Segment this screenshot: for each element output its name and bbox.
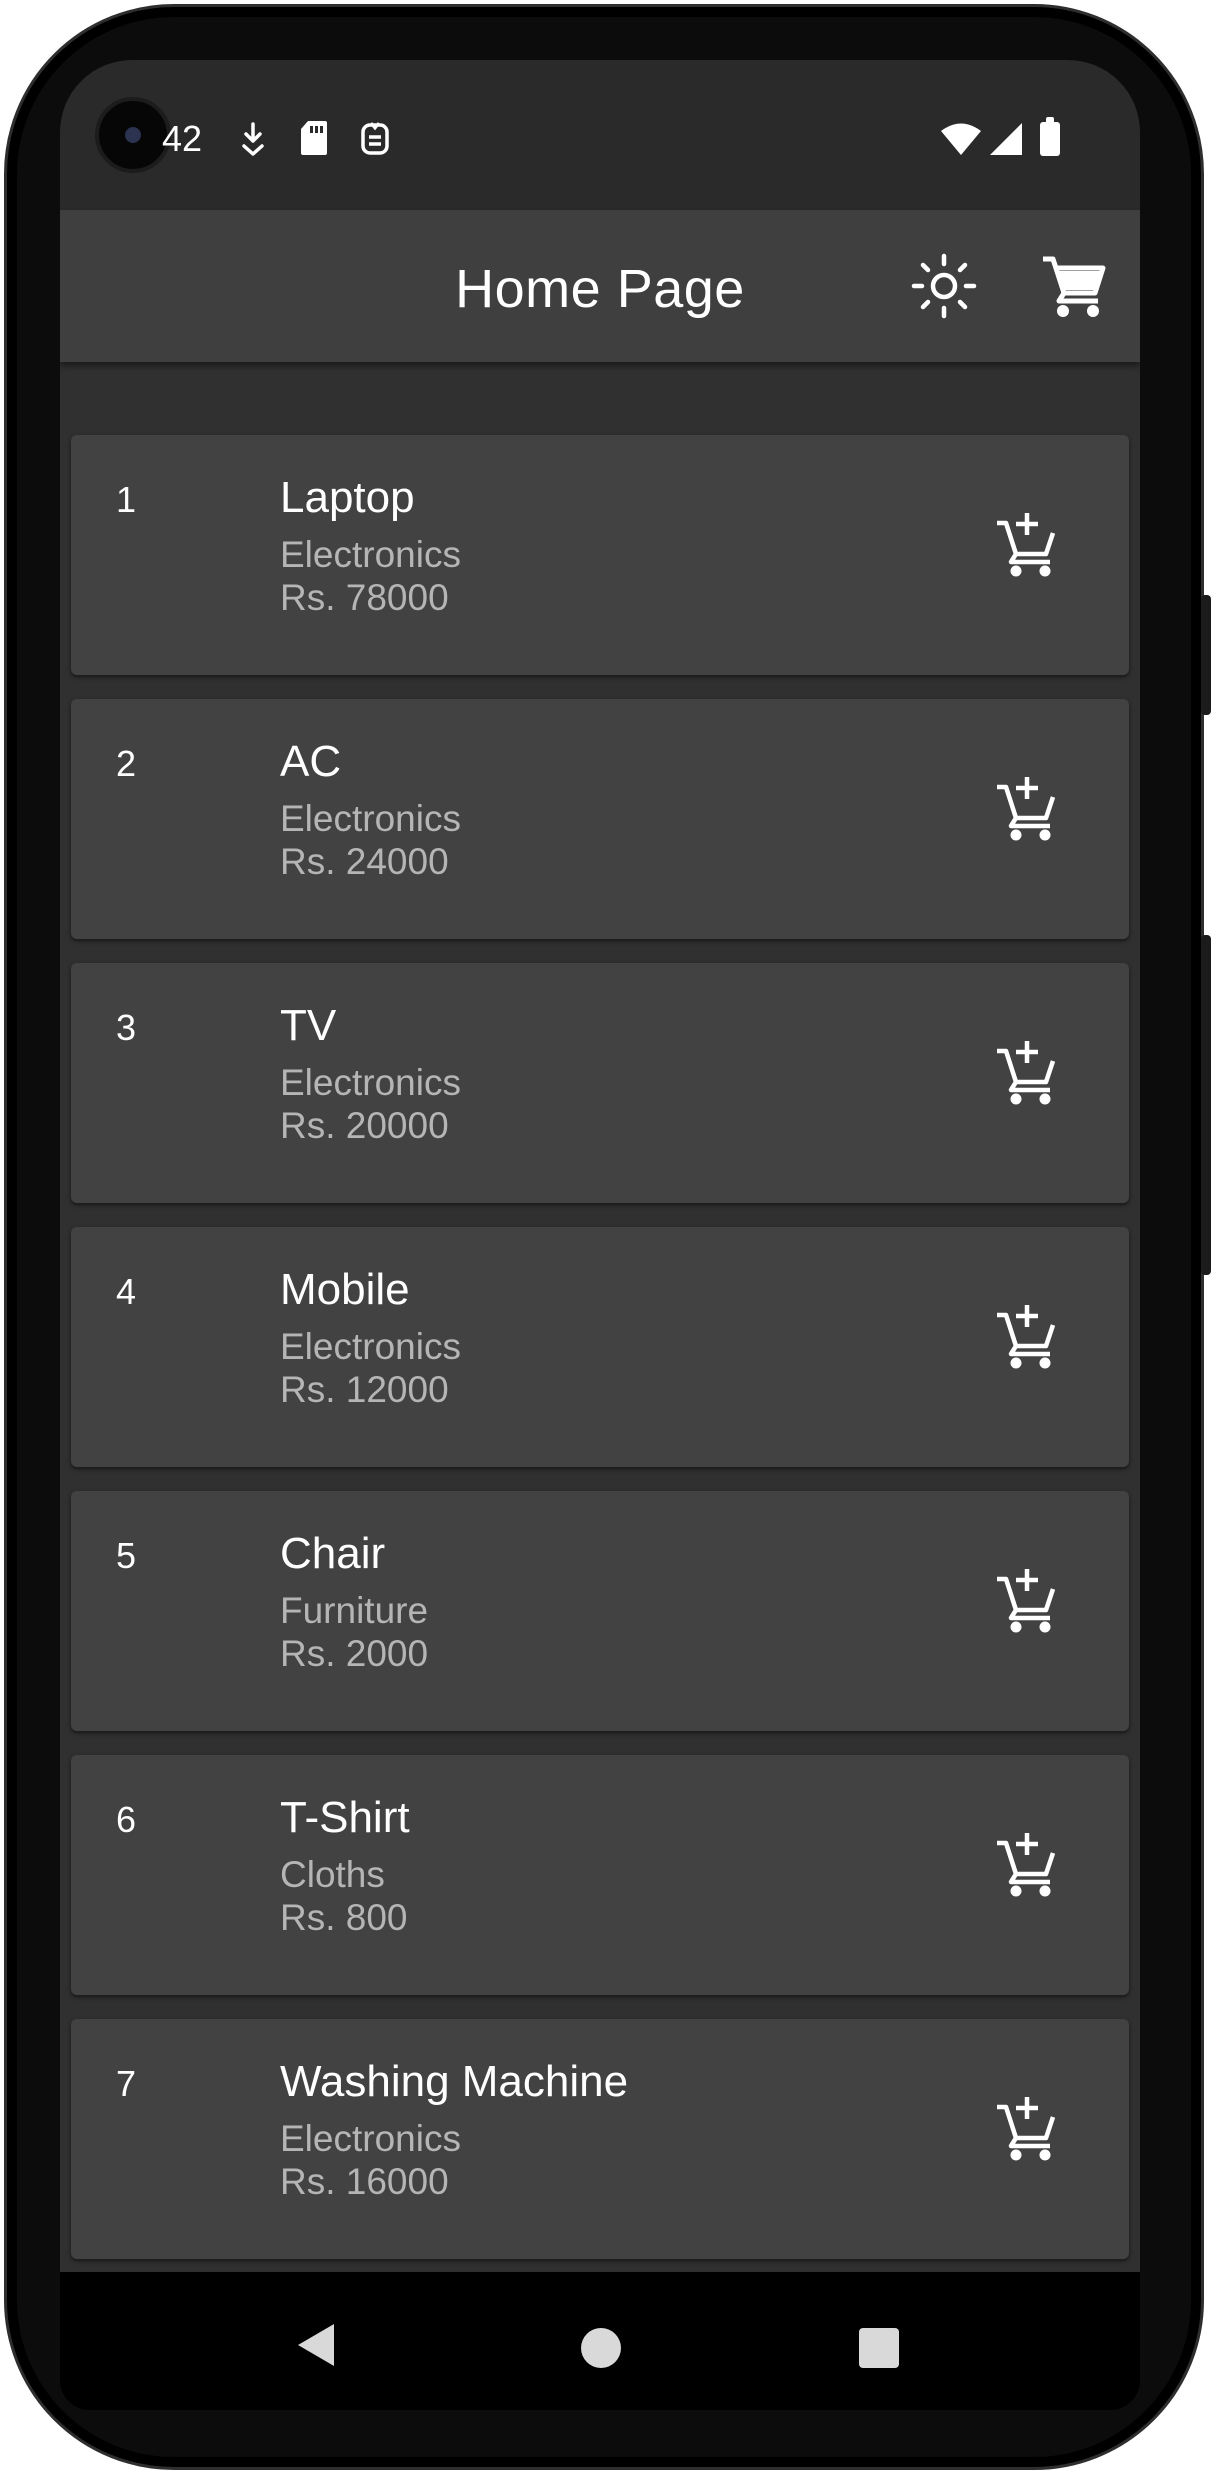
- product-name: TV: [280, 1001, 337, 1050]
- product-index: 5: [116, 1535, 137, 1576]
- product-price: Rs. 20000: [280, 1105, 449, 1146]
- product-card[interactable]: 6 T-Shirt Cloths Rs. 800: [71, 1755, 1129, 1995]
- add-shopping-cart-icon: [997, 1305, 1056, 1369]
- add-to-cart-button[interactable]: [991, 1565, 1063, 1637]
- product-price: Rs. 16000: [280, 2161, 449, 2202]
- notification-icon: [361, 122, 389, 155]
- theme-toggle-button[interactable]: [908, 250, 980, 322]
- product-card[interactable]: 1 Laptop Electronics Rs. 78000: [71, 435, 1129, 675]
- product-card[interactable]: 5 Chair Furniture Rs. 2000: [71, 1491, 1129, 1731]
- app-bar: Home Page: [60, 210, 1140, 362]
- product-card[interactable]: 2 AC Electronics Rs. 24000: [71, 699, 1129, 939]
- add-shopping-cart-icon: [997, 1833, 1056, 1897]
- product-category: Electronics: [280, 1062, 461, 1103]
- volume-button: [1201, 935, 1211, 1275]
- product-name: Mobile: [280, 1265, 410, 1314]
- product-name: AC: [280, 737, 342, 786]
- product-price: Rs. 2000: [280, 1633, 429, 1674]
- product-category: Cloths: [280, 1854, 385, 1895]
- product-price: Rs. 12000: [280, 1369, 449, 1410]
- product-category: Furniture: [280, 1590, 429, 1631]
- shopping-cart-icon: [1043, 256, 1106, 317]
- product-card[interactable]: 4 Mobile Electronics Rs. 12000: [71, 1227, 1129, 1467]
- phone-screen: 42 Home Page 1 Laptop Electronics Rs. 78…: [60, 60, 1140, 2410]
- product-name: Chair: [280, 1529, 386, 1578]
- product-index: 3: [116, 1007, 137, 1048]
- system-nav-bar: [60, 2272, 1140, 2410]
- cart-button[interactable]: [1038, 250, 1110, 322]
- product-index: 6: [116, 1799, 137, 1840]
- add-to-cart-button[interactable]: [991, 2093, 1063, 2165]
- signal-icon: [990, 123, 1022, 155]
- product-name: Washing Machine: [280, 2057, 629, 2106]
- add-shopping-cart-icon: [997, 1569, 1056, 1633]
- add-to-cart-button[interactable]: [991, 773, 1063, 845]
- download-icon: [242, 122, 264, 156]
- add-shopping-cart-icon: [997, 777, 1056, 841]
- add-to-cart-button[interactable]: [991, 1829, 1063, 1901]
- product-card[interactable]: 7 Washing Machine Electronics Rs. 16000: [71, 2019, 1129, 2259]
- product-name: T-Shirt: [280, 1793, 410, 1842]
- front-camera: [95, 97, 171, 173]
- add-shopping-cart-icon: [997, 2097, 1056, 2161]
- battery-icon: [1040, 117, 1060, 156]
- product-category: Electronics: [280, 1326, 461, 1367]
- wifi-icon: [941, 123, 981, 155]
- product-price: Rs. 24000: [280, 841, 449, 882]
- add-to-cart-button[interactable]: [991, 1037, 1063, 1109]
- product-price: Rs. 78000: [280, 577, 449, 618]
- back-icon[interactable]: [296, 2322, 336, 2368]
- product-category: Electronics: [280, 798, 461, 839]
- product-card[interactable]: 3 TV Electronics Rs. 20000: [71, 963, 1129, 1203]
- sd-card-icon: [301, 121, 327, 155]
- add-shopping-cart-icon: [997, 1041, 1056, 1105]
- product-index: 2: [116, 743, 137, 784]
- product-list[interactable]: 1 Laptop Electronics Rs. 78000 2 AC Elec…: [60, 362, 1140, 2332]
- add-to-cart-button[interactable]: [991, 509, 1063, 581]
- status-time: 42: [162, 118, 203, 159]
- product-index: 1: [116, 479, 137, 520]
- sun-icon: [911, 253, 977, 319]
- product-index: 4: [116, 1271, 137, 1312]
- home-icon[interactable]: [581, 2328, 621, 2368]
- status-bar: 42: [60, 60, 1140, 210]
- product-price: Rs. 800: [280, 1897, 408, 1938]
- power-button: [1201, 595, 1211, 715]
- product-name: Laptop: [280, 473, 415, 522]
- add-shopping-cart-icon: [997, 513, 1056, 577]
- add-to-cart-button[interactable]: [991, 1301, 1063, 1373]
- product-category: Electronics: [280, 2118, 461, 2159]
- recents-icon[interactable]: [859, 2328, 899, 2368]
- product-category: Electronics: [280, 534, 461, 575]
- product-index: 7: [116, 2063, 137, 2104]
